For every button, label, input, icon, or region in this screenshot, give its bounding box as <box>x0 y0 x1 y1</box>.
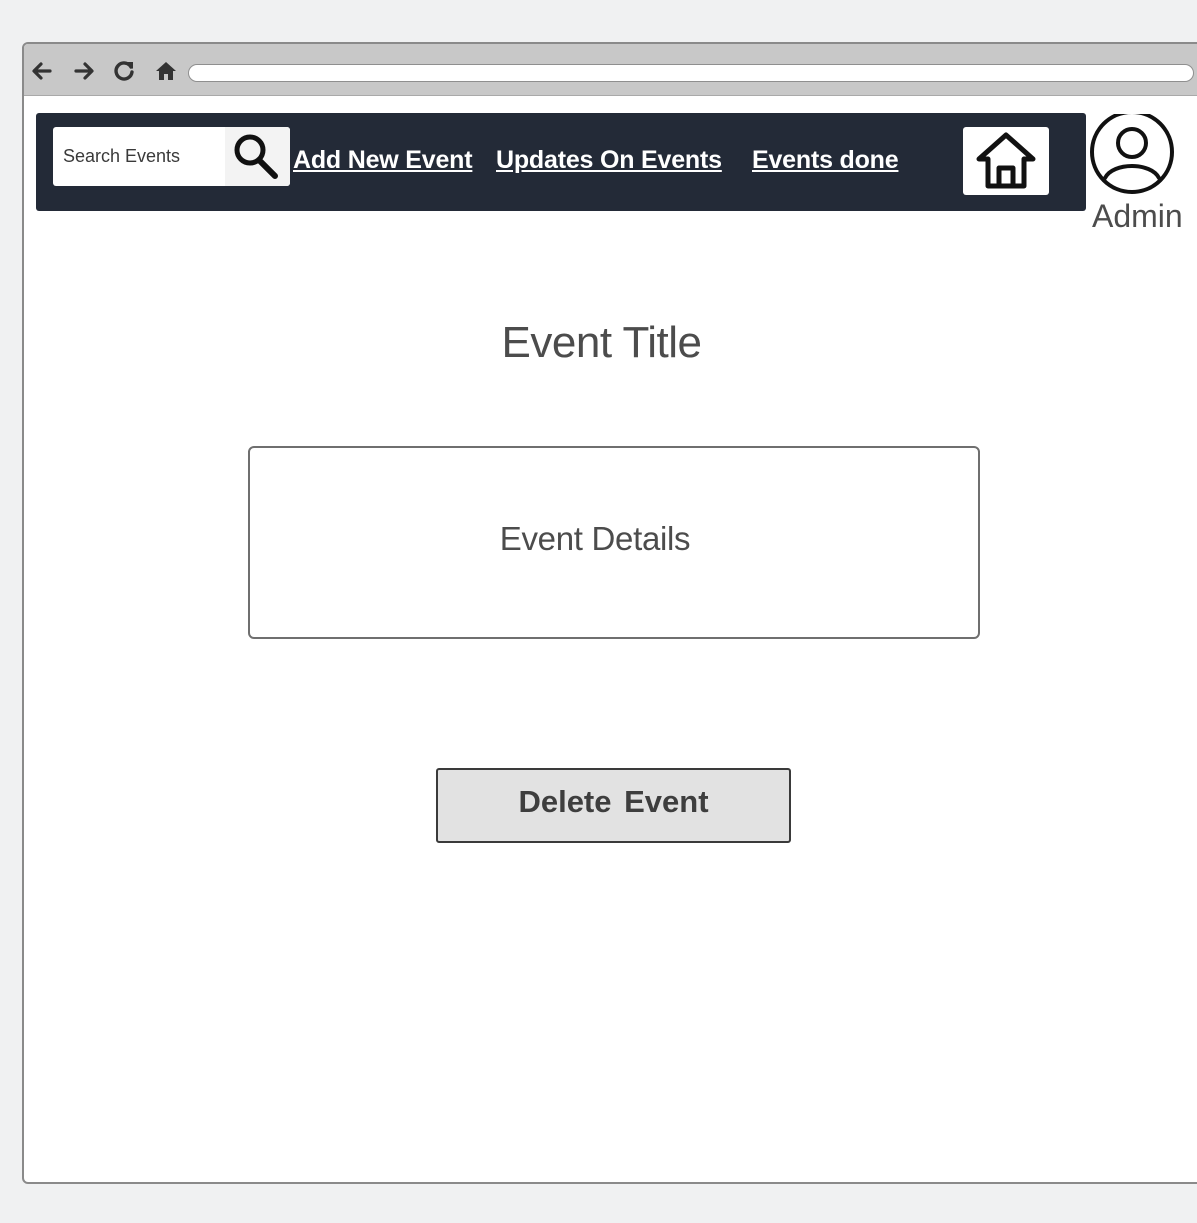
admin-avatar[interactable] <box>1087 110 1177 194</box>
delete-event-button[interactable]: Delete Event <box>436 768 791 843</box>
home-icon <box>156 62 176 80</box>
forward-button[interactable] <box>72 59 96 83</box>
nav-link-events-done[interactable]: Events done <box>752 146 899 175</box>
browser-window: Add New Event Updates On Events Events d… <box>22 42 1197 1184</box>
event-details-text: Event Details <box>499 520 691 557</box>
address-bar[interactable] <box>188 64 1194 82</box>
home-icon <box>976 132 1036 189</box>
event-details-box: Event Details <box>248 446 980 639</box>
top-navbar: Add New Event Updates On Events Events d… <box>36 113 1086 211</box>
search-input[interactable] <box>53 127 223 186</box>
search-icon <box>234 134 278 179</box>
page-title: Event Title <box>501 318 702 367</box>
home-nav-button[interactable] <box>154 59 178 83</box>
nav-link-updates-on-events[interactable]: Updates On Events <box>496 146 722 175</box>
user-circle-icon <box>1090 110 1174 194</box>
search-box <box>53 127 290 186</box>
reload-icon <box>114 61 134 81</box>
nav-link-add-new-event[interactable]: Add New Event <box>293 146 473 175</box>
admin-label: Admin <box>1092 198 1183 234</box>
browser-toolbar <box>24 44 1197 96</box>
reload-button[interactable] <box>112 59 136 83</box>
arrow-right-icon <box>74 62 94 80</box>
back-button[interactable] <box>30 59 54 83</box>
home-button[interactable] <box>963 127 1049 195</box>
search-button[interactable] <box>225 127 290 186</box>
arrow-left-icon <box>32 62 52 80</box>
